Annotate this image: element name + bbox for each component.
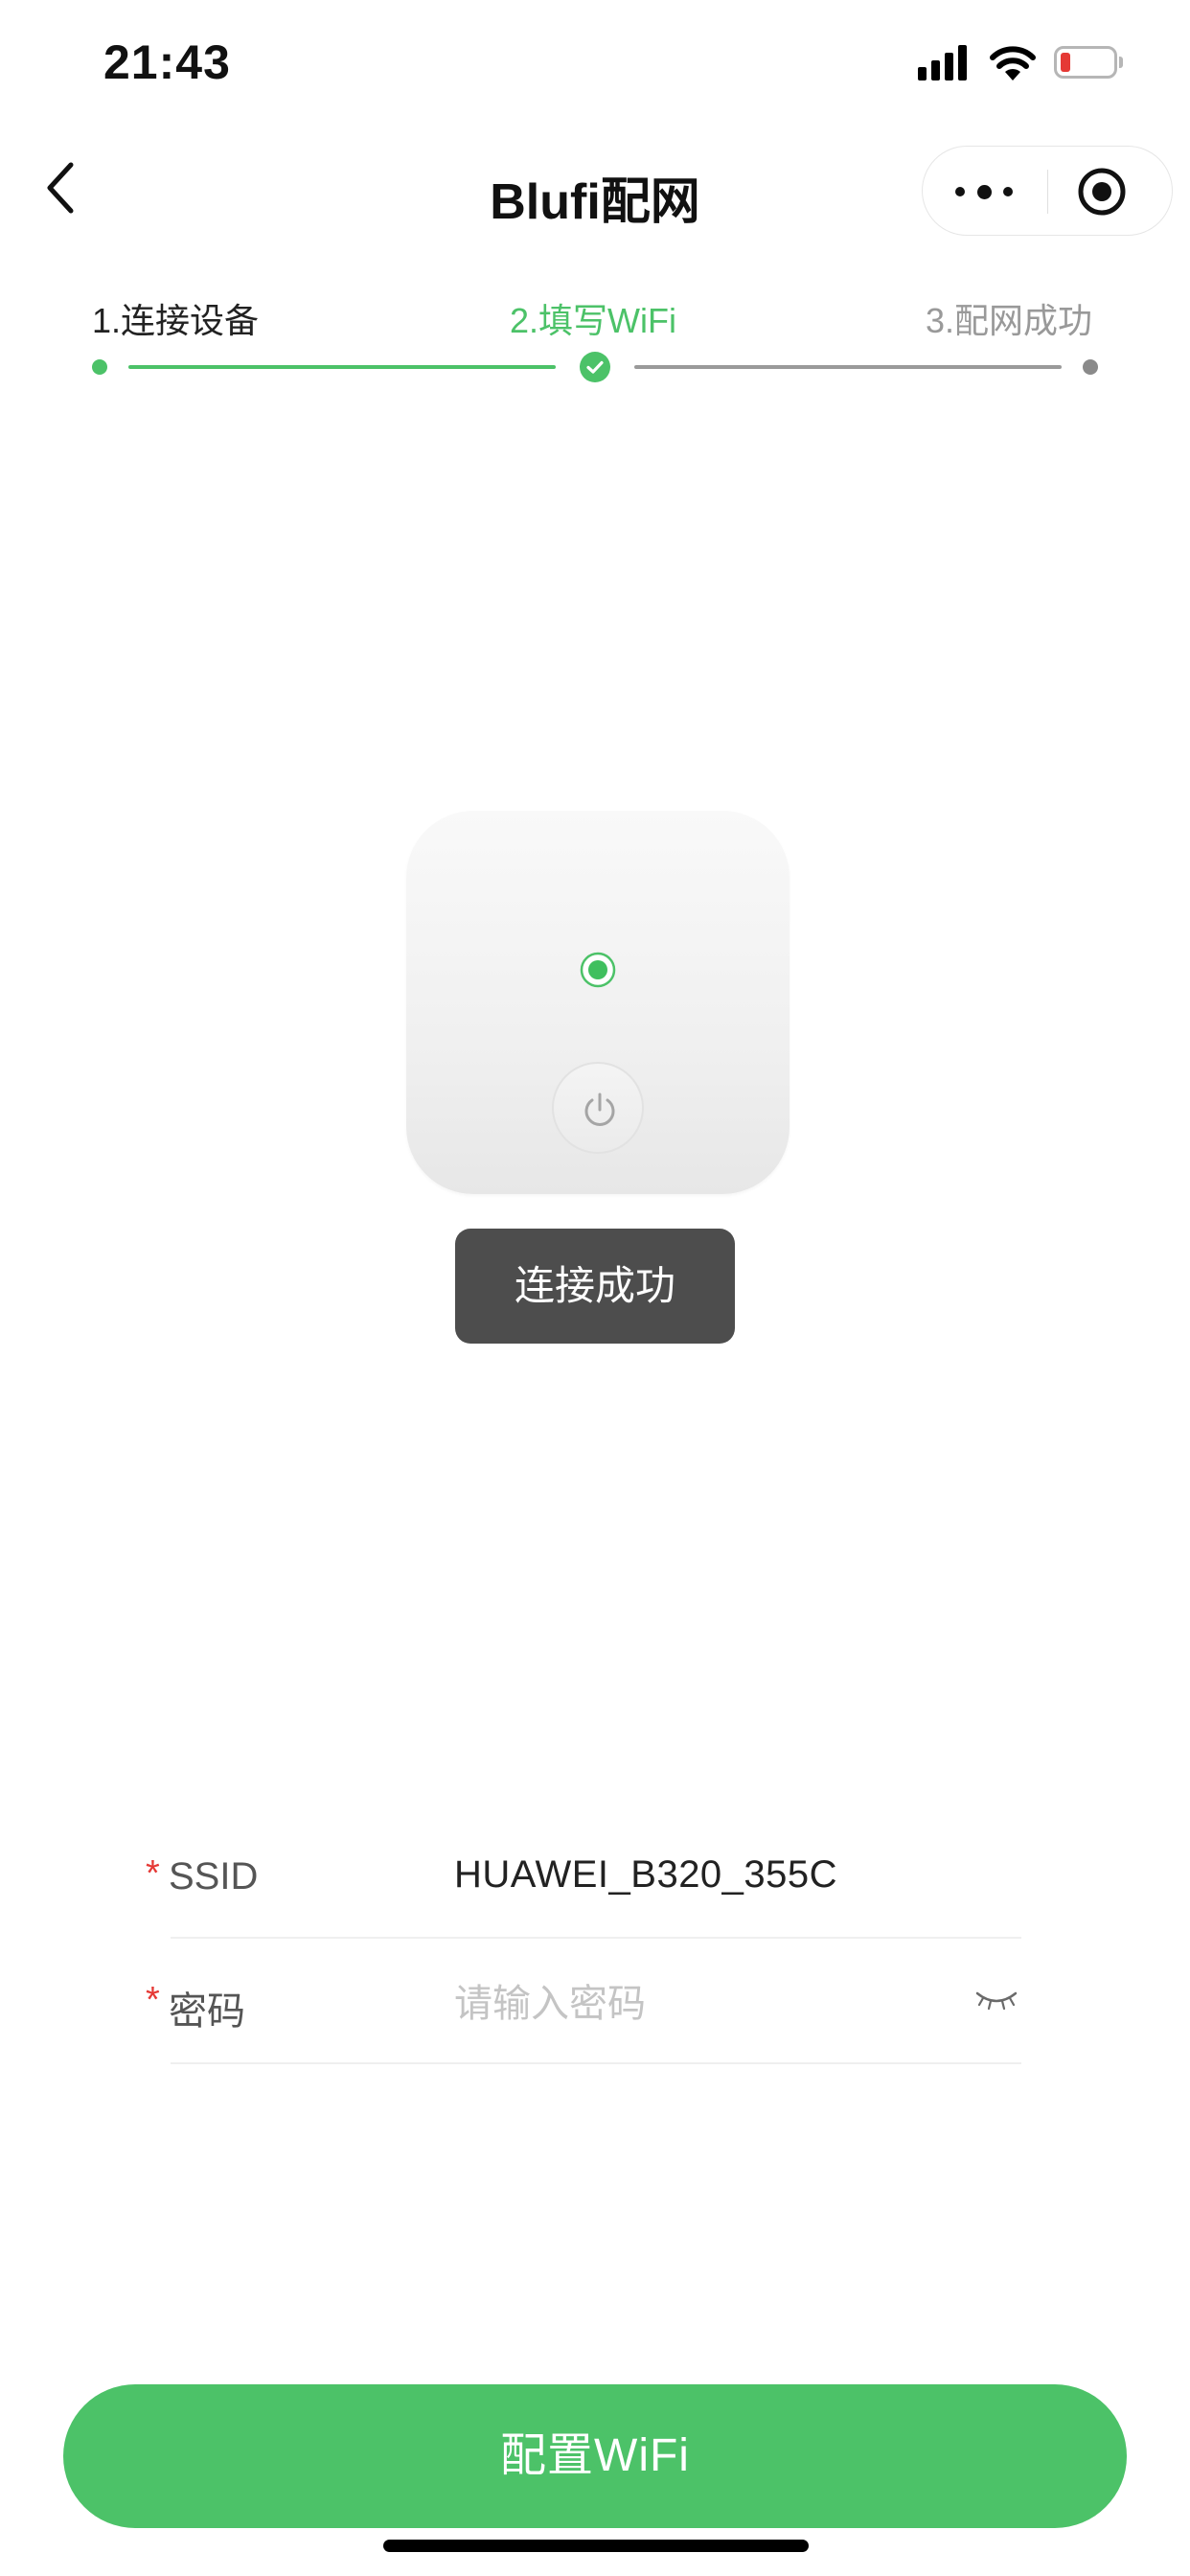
step-dot-pending bbox=[1083, 359, 1098, 375]
password-label: 密码 bbox=[169, 1990, 245, 2033]
status-time: 21:43 bbox=[103, 35, 231, 89]
cellular-signal-icon bbox=[918, 44, 970, 80]
password-input[interactable] bbox=[454, 1970, 952, 2037]
step-progress-line-pending bbox=[634, 365, 1062, 369]
required-mark: * bbox=[146, 1980, 160, 2020]
target-circle-icon bbox=[1078, 168, 1126, 216]
toast-message: 连接成功 bbox=[455, 1229, 735, 1344]
configure-wifi-button[interactable]: 配置WiFi bbox=[63, 2384, 1127, 2528]
wifi-icon bbox=[987, 38, 1039, 82]
more-dots-icon bbox=[955, 187, 965, 196]
step-progress-line-done bbox=[128, 365, 556, 369]
ssid-label: SSID bbox=[169, 1855, 259, 1898]
divider bbox=[171, 2062, 1021, 2064]
power-icon bbox=[552, 1062, 644, 1154]
divider bbox=[171, 1937, 1021, 1939]
step-dot-done bbox=[92, 359, 107, 375]
close-miniprogram-button[interactable] bbox=[1076, 166, 1128, 218]
ssid-value[interactable]: HUAWEI_B320_355C bbox=[454, 1853, 837, 1897]
device-illustration bbox=[406, 811, 790, 1194]
step-label-config-success: 3.配网成功 bbox=[926, 301, 1093, 340]
home-indicator bbox=[383, 2540, 809, 2552]
battery-low-icon bbox=[1054, 46, 1123, 79]
more-button[interactable] bbox=[951, 168, 1018, 216]
mini-program-capsule bbox=[922, 146, 1173, 236]
required-mark: * bbox=[146, 1853, 160, 1894]
eye-closed-icon[interactable] bbox=[973, 1986, 1019, 2014]
green-led-icon bbox=[579, 951, 617, 989]
step-current-check-icon bbox=[580, 352, 610, 382]
step-label-connect-device: 1.连接设备 bbox=[92, 301, 260, 340]
step-label-fill-wifi: 2.填写WiFi bbox=[510, 301, 676, 340]
